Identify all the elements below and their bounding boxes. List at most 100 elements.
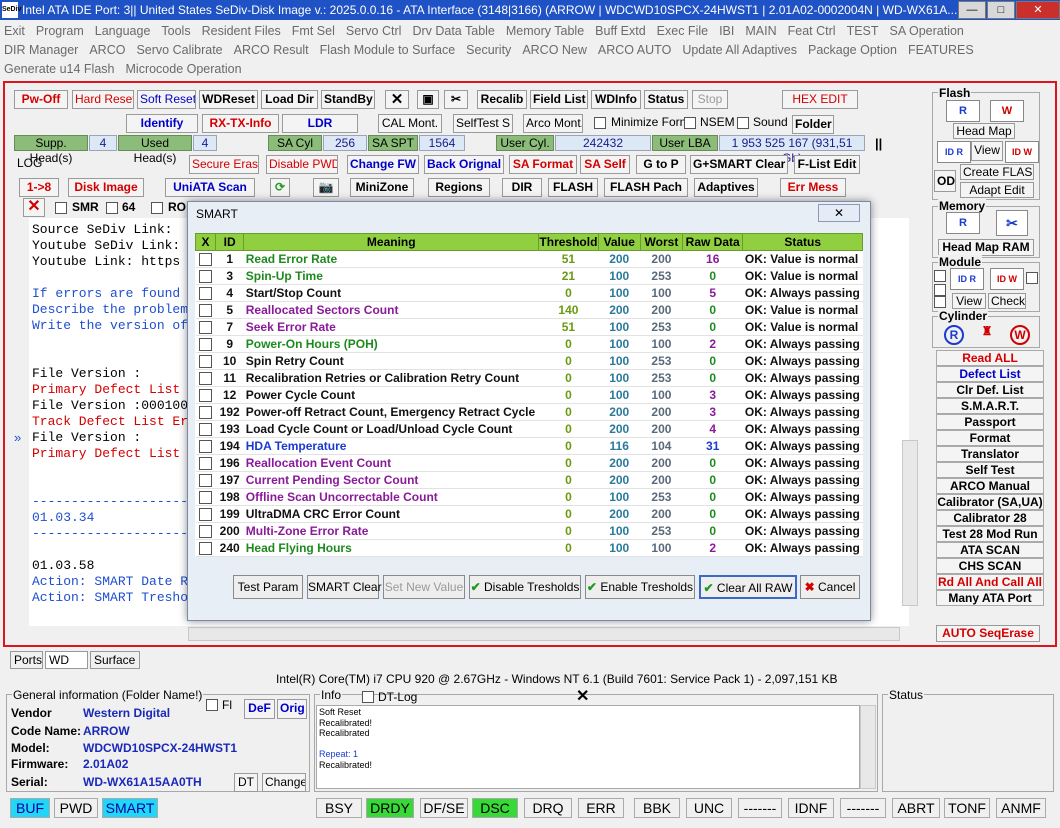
menu-item-resident-files[interactable]: Resident Files [202,22,281,41]
soft-reset-button[interactable]: Soft Reset [137,90,196,109]
cylinder-read-icon[interactable]: R [944,325,964,345]
right-btn-calibrator-sa-ua-[interactable]: Calibrator (SA,UA) [936,494,1044,510]
orig-button[interactable]: Orig [277,699,307,719]
one-to-8-button[interactable]: 1->8 [19,178,59,197]
right-btn-defect-list[interactable]: Defect List [936,366,1044,382]
row-select[interactable] [195,250,216,268]
create-flash-button[interactable]: Create FLASH [960,164,1034,180]
menu-item-security[interactable]: Security [466,41,511,60]
tab-ports[interactable]: Ports [10,651,43,669]
menu-item-exec-file[interactable]: Exec File [657,22,708,41]
refresh-icon[interactable]: ⟳ [270,178,290,197]
row-checkbox[interactable] [199,508,213,522]
arco-mont-button[interactable]: Arco Mont. [523,114,583,133]
auto-seqerase-button[interactable]: AUTO SeqErase [936,625,1040,642]
maximize-button[interactable]: □ [987,1,1015,19]
nsem-checkbox[interactable] [684,117,696,129]
row-checkbox[interactable] [199,406,213,420]
smart-row[interactable]: 11 Recalibration Retries or Calibration R… [195,369,863,387]
f-list-edit-button[interactable]: F-List Edit [794,155,860,174]
minimize-button[interactable]: — [958,1,986,19]
smart-row[interactable]: 240 Head Flying Hours 0 100 100 2 OK: Always p… [195,539,863,557]
back-orignal-button[interactable]: Back Orignal [424,155,504,174]
row-select[interactable] [195,403,216,421]
log-hscrollbar[interactable] [188,627,900,641]
disable-tresholds-button[interactable]: ✔ Disable Tresholds [469,575,581,599]
change-button[interactable]: Change [262,773,306,792]
menu-item-drv-data-table[interactable]: Drv Data Table [412,22,494,41]
row-select[interactable] [195,522,216,540]
menu-item-servo-ctrl[interactable]: Servo Ctrl [346,22,402,41]
right-btn-calibrator-28[interactable]: Calibrator 28 [936,510,1044,526]
right-btn-arco-manual[interactable]: ARCO Manual [936,478,1044,494]
row-checkbox[interactable] [199,525,213,539]
menu-item-update-all-adaptives[interactable]: Update All Adaptives [682,41,797,60]
row-select[interactable] [195,488,216,506]
load-dir-button[interactable]: Load Dir [261,90,318,109]
uniata-scan-button[interactable]: UniATA Scan [165,178,255,197]
row-checkbox[interactable] [199,304,213,318]
smart-row[interactable]: 4 Start/Stop Count 0 100 100 5 OK: Always pass… [195,284,863,302]
menu-item-main[interactable]: MAIN [745,22,776,41]
camera-icon[interactable]: 📷 [313,178,339,197]
menu-item-arco-auto[interactable]: ARCO AUTO [598,41,671,60]
info-log[interactable]: Soft Reset Recalibrated! Recalibrated Repe… [316,705,860,789]
row-checkbox[interactable] [199,253,213,267]
pw-off-button[interactable]: Pw-Off [14,90,68,109]
menu-item-dir-manager[interactable]: DIR Manager [4,41,78,60]
minizone-button[interactable]: MiniZone [350,178,414,197]
right-btn-test-28-mod-run[interactable]: Test 28 Mod Run [936,526,1044,542]
row-checkbox[interactable] [199,542,213,556]
view-flash-button[interactable]: View [971,141,1003,161]
disable-pwd-button[interactable]: Disable PWD [266,155,338,174]
menu-item-flash-module-to-surface[interactable]: Flash Module to Surface [320,41,456,60]
row-select[interactable] [195,539,216,557]
module-check-3[interactable] [934,296,946,308]
row-checkbox[interactable] [199,457,213,471]
rx-tx-info-button[interactable]: RX-TX-Info [202,114,279,133]
row-checkbox[interactable] [199,321,213,335]
ldr-button[interactable]: LDR [282,114,358,133]
side-arrow-icon[interactable]: » [14,430,21,445]
smart-row[interactable]: 197 Current Pending Sector Count 0 200 200 0 O… [195,471,863,489]
row-select[interactable] [195,335,216,353]
flash-pach-button[interactable]: FLASH Pach [604,178,688,197]
right-btn-many-ata-port[interactable]: Many ATA Port [936,590,1044,606]
module-check-4[interactable] [1026,272,1038,284]
adapt-edit-button[interactable]: Adapt Edit [960,182,1034,198]
menu-item-program[interactable]: Program [36,22,84,41]
menu-item-test[interactable]: TEST [847,22,879,41]
adaptives-button[interactable]: Adaptives [694,178,758,197]
menu-item-servo-calibrate[interactable]: Servo Calibrate [136,41,222,60]
module-check-1[interactable] [934,270,946,282]
menu-item-memory-table[interactable]: Memory Table [506,22,584,41]
row-select[interactable] [195,386,216,404]
menu-item-features[interactable]: FEATURES [908,41,974,60]
menu-item-arco[interactable]: ARCO [89,41,125,60]
smart-row[interactable]: 192 Power-off Retract Count, Emergency Re… [195,403,863,421]
fl-checkbox[interactable] [206,699,218,711]
menu-item-generate-u14-flash[interactable]: Generate u14 Flash [4,60,115,79]
menu-item-language[interactable]: Language [95,22,151,41]
right-btn-translator[interactable]: Translator [936,446,1044,462]
head-map-button[interactable]: Head Map [953,123,1015,139]
hex-edit-button[interactable]: HEX EDIT [782,90,858,109]
status-button[interactable]: Status [644,90,688,109]
menu-item-arco-new[interactable]: ARCO New [522,41,587,60]
row-checkbox[interactable] [199,491,213,505]
flash-write-icon[interactable]: W [990,100,1024,122]
dt-button[interactable]: DT [234,773,258,792]
row-checkbox[interactable] [199,389,213,403]
def-button[interactable]: DeF [244,699,275,719]
flash-read-icon[interactable]: R [946,100,980,122]
clear-x-icon[interactable]: ✕ [23,198,45,217]
menu-item-sa-operation[interactable]: SA Operation [890,22,964,41]
row-checkbox[interactable] [199,270,213,284]
smart-row[interactable]: 9 Power-On Hours (POH) 0 100 100 2 OK: Always … [195,335,863,353]
row-select[interactable] [195,369,216,387]
dt-log-checkbox[interactable] [362,691,374,703]
sa-format-button[interactable]: SA Format [509,155,577,174]
test-param-button[interactable]: Test Param [233,575,303,599]
enable-tresholds-button[interactable]: ✔ Enable Tresholds [585,575,695,599]
smart-row[interactable]: 193 Load Cycle Count or Load/Unload Cycle… [195,420,863,438]
